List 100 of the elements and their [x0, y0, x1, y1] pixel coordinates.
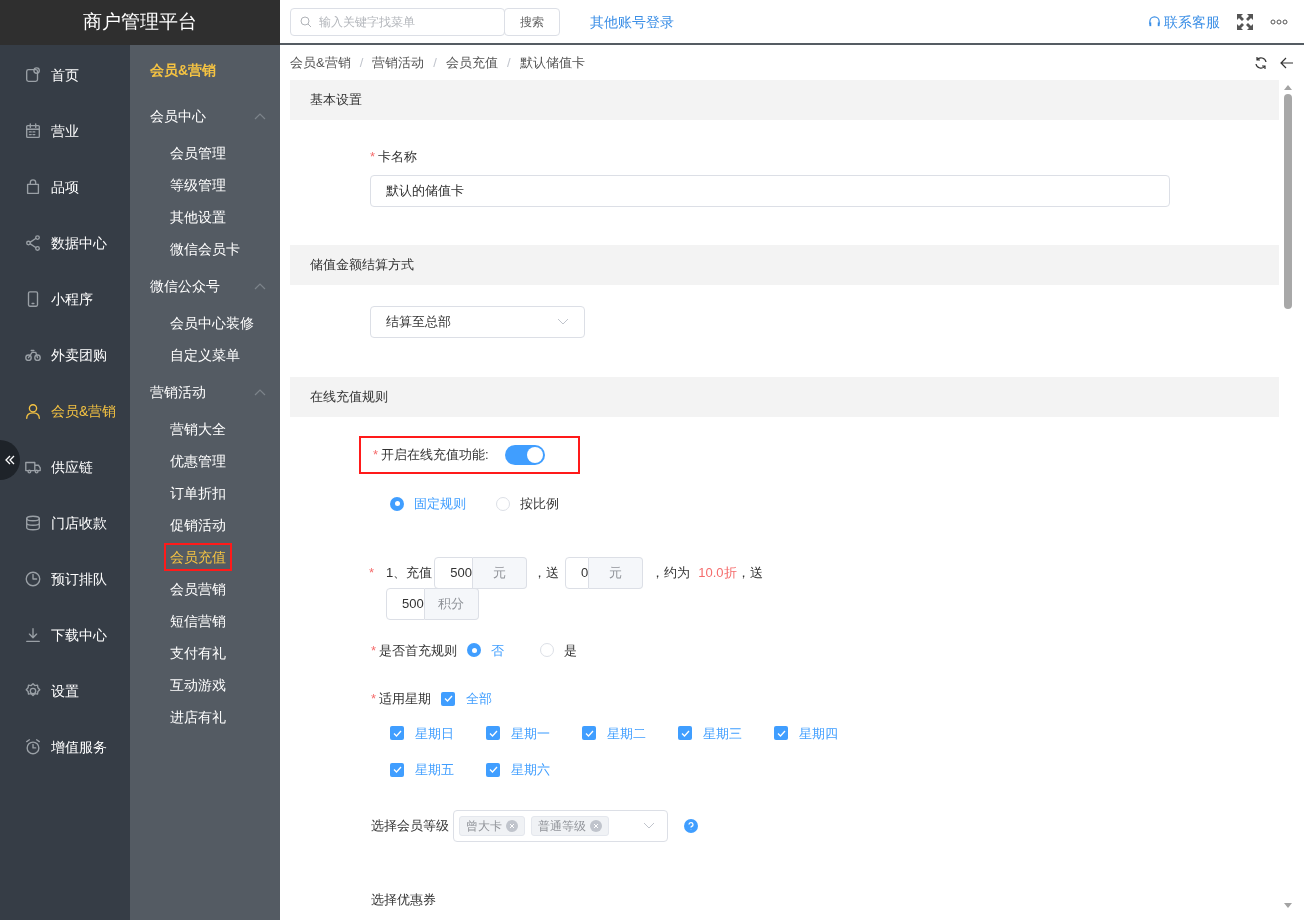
search-icon — [300, 15, 312, 28]
breadcrumb-item[interactable]: 营销活动 — [372, 52, 425, 73]
toggle-switch[interactable] — [504, 444, 545, 465]
tag: 曾大卡 — [459, 815, 525, 836]
submenu-item[interactable]: 微信会员卡 — [164, 235, 246, 263]
submenu-item[interactable]: 其他设置 — [164, 203, 232, 231]
clock-icon — [24, 570, 42, 588]
fullscreen-icon[interactable] — [1236, 12, 1254, 31]
nav-item[interactable]: 营业 — [24, 121, 79, 141]
check-icon — [488, 766, 498, 774]
collapse-button[interactable] — [0, 440, 20, 480]
scroll-thumb[interactable] — [1283, 94, 1292, 309]
close-icon[interactable] — [590, 819, 602, 832]
submenu-item[interactable]: 促销活动 — [164, 511, 232, 539]
nav-item[interactable]: 供应链 — [24, 457, 93, 477]
radio-option[interactable]: 是 — [540, 640, 578, 660]
check-icon — [584, 729, 594, 737]
radio-option[interactable]: 按比例 — [496, 493, 559, 514]
submenu-item[interactable]: 短信营销 — [164, 607, 232, 635]
check-icon — [443, 695, 453, 703]
rule-text: ，约为 — [651, 563, 691, 582]
rule-text: 1、充值 — [386, 563, 433, 582]
required-mark: * — [373, 445, 379, 464]
help-icon[interactable] — [684, 818, 698, 833]
menu-group[interactable]: 会员中心 — [130, 95, 280, 137]
refresh-icon[interactable] — [1254, 55, 1268, 70]
chevron-up-icon — [254, 112, 266, 120]
menu-group[interactable]: 营销活动 — [130, 371, 280, 413]
section-title: 会员&营销 — [149, 61, 218, 80]
breadcrumb-separator: / — [506, 53, 511, 72]
unit-label: 积分 — [424, 587, 479, 620]
submenu-item[interactable]: 营销大全 — [164, 415, 232, 443]
scroll-up-icon[interactable] — [1283, 85, 1292, 90]
breadcrumb-item[interactable]: 会员充值 — [445, 52, 498, 73]
section-header: 基本设置 — [290, 80, 1279, 120]
field-label: 选择会员等级 — [371, 816, 449, 835]
required-mark: * — [369, 563, 375, 582]
submenu-item[interactable]: 会员营销 — [164, 575, 232, 603]
nav-item[interactable]: 品项 — [24, 177, 79, 197]
submenu-item[interactable]: 等级管理 — [164, 171, 232, 199]
input-field[interactable]: 默认的储值卡 — [370, 174, 1170, 207]
input-field[interactable]: 500 — [386, 587, 425, 620]
nav-item[interactable]: 门店收款 — [24, 513, 107, 533]
chevron-down-icon — [643, 822, 655, 829]
submenu-item[interactable]: 自定义菜单 — [164, 341, 246, 369]
tag-icon — [24, 66, 42, 84]
breadcrumb-item[interactable]: 会员&营销 — [290, 52, 351, 73]
submenu-item[interactable]: 会员中心装修 — [164, 309, 260, 337]
unit-label: 元 — [473, 556, 527, 589]
more-icon[interactable] — [1270, 18, 1288, 25]
discount-value: 10.0折 — [698, 563, 737, 582]
field-label: 适用星期 — [379, 690, 432, 708]
breadcrumb-item: 默认储值卡 — [519, 53, 585, 72]
submenu-item[interactable]: 订单折扣 — [164, 479, 232, 507]
chevron-up-icon — [254, 282, 266, 290]
menu-group[interactable]: 微信公众号 — [130, 265, 280, 307]
check-icon — [680, 729, 690, 737]
scroll-down-icon[interactable] — [1283, 903, 1292, 908]
nav-item[interactable]: 会员&营销 — [24, 401, 117, 421]
check-icon — [392, 766, 402, 774]
nav-item[interactable]: 下载中心 — [24, 625, 107, 645]
nav-item[interactable]: 小程序 — [24, 289, 93, 309]
nav-item[interactable]: 数据中心 — [24, 233, 107, 253]
section-header: 储值金额结算方式 — [290, 244, 1279, 285]
required-mark: * — [371, 641, 377, 660]
submenu-item[interactable]: 互动游戏 — [164, 671, 232, 699]
back-arrow-icon[interactable] — [1280, 56, 1294, 69]
required-mark: * — [371, 690, 377, 708]
database-icon — [24, 514, 42, 532]
nav-item[interactable]: 首页 — [24, 65, 79, 85]
bag-icon — [24, 178, 42, 196]
share-icon — [24, 234, 42, 252]
double-chevron-left-icon — [4, 454, 16, 466]
field-label: 选择优惠券 — [370, 890, 436, 909]
app-title: 商户管理平台 — [0, 0, 280, 45]
select-field[interactable]: 结算至总部 — [370, 305, 585, 338]
submenu-item[interactable]: 进店有礼 — [164, 703, 232, 731]
nav-item[interactable]: 外卖团购 — [24, 345, 107, 365]
nav-item[interactable]: 预订排队 — [24, 569, 107, 589]
check-icon — [776, 729, 786, 737]
submenu-item[interactable]: 优惠管理 — [164, 447, 232, 475]
submenu-item[interactable]: 会员管理 — [164, 139, 232, 167]
submenu-item[interactable]: 会员充值 — [164, 543, 232, 571]
alarm-clock-icon — [24, 738, 42, 756]
unit-label: 元 — [589, 556, 644, 589]
nav-item[interactable]: 设置 — [24, 681, 79, 701]
field-label: 卡名称 — [378, 148, 418, 166]
other-account-link[interactable]: 其他账号登录 — [590, 11, 674, 32]
nav-item[interactable]: 增值服务 — [24, 737, 107, 757]
support-link[interactable]: 联系客服 — [1148, 11, 1220, 32]
chevron-up-icon — [254, 388, 266, 396]
user-icon — [24, 402, 42, 420]
calendar-icon — [24, 122, 42, 140]
submenu-item[interactable]: 支付有礼 — [164, 639, 232, 667]
rule-text: ，送 — [736, 563, 763, 582]
close-icon[interactable] — [506, 819, 518, 832]
required-mark: * — [370, 148, 376, 166]
section-header: 在线充值规则 — [290, 376, 1279, 417]
rule-text: ，送 — [533, 563, 559, 582]
search-field[interactable]: 输入关键字找菜单 — [290, 7, 505, 36]
